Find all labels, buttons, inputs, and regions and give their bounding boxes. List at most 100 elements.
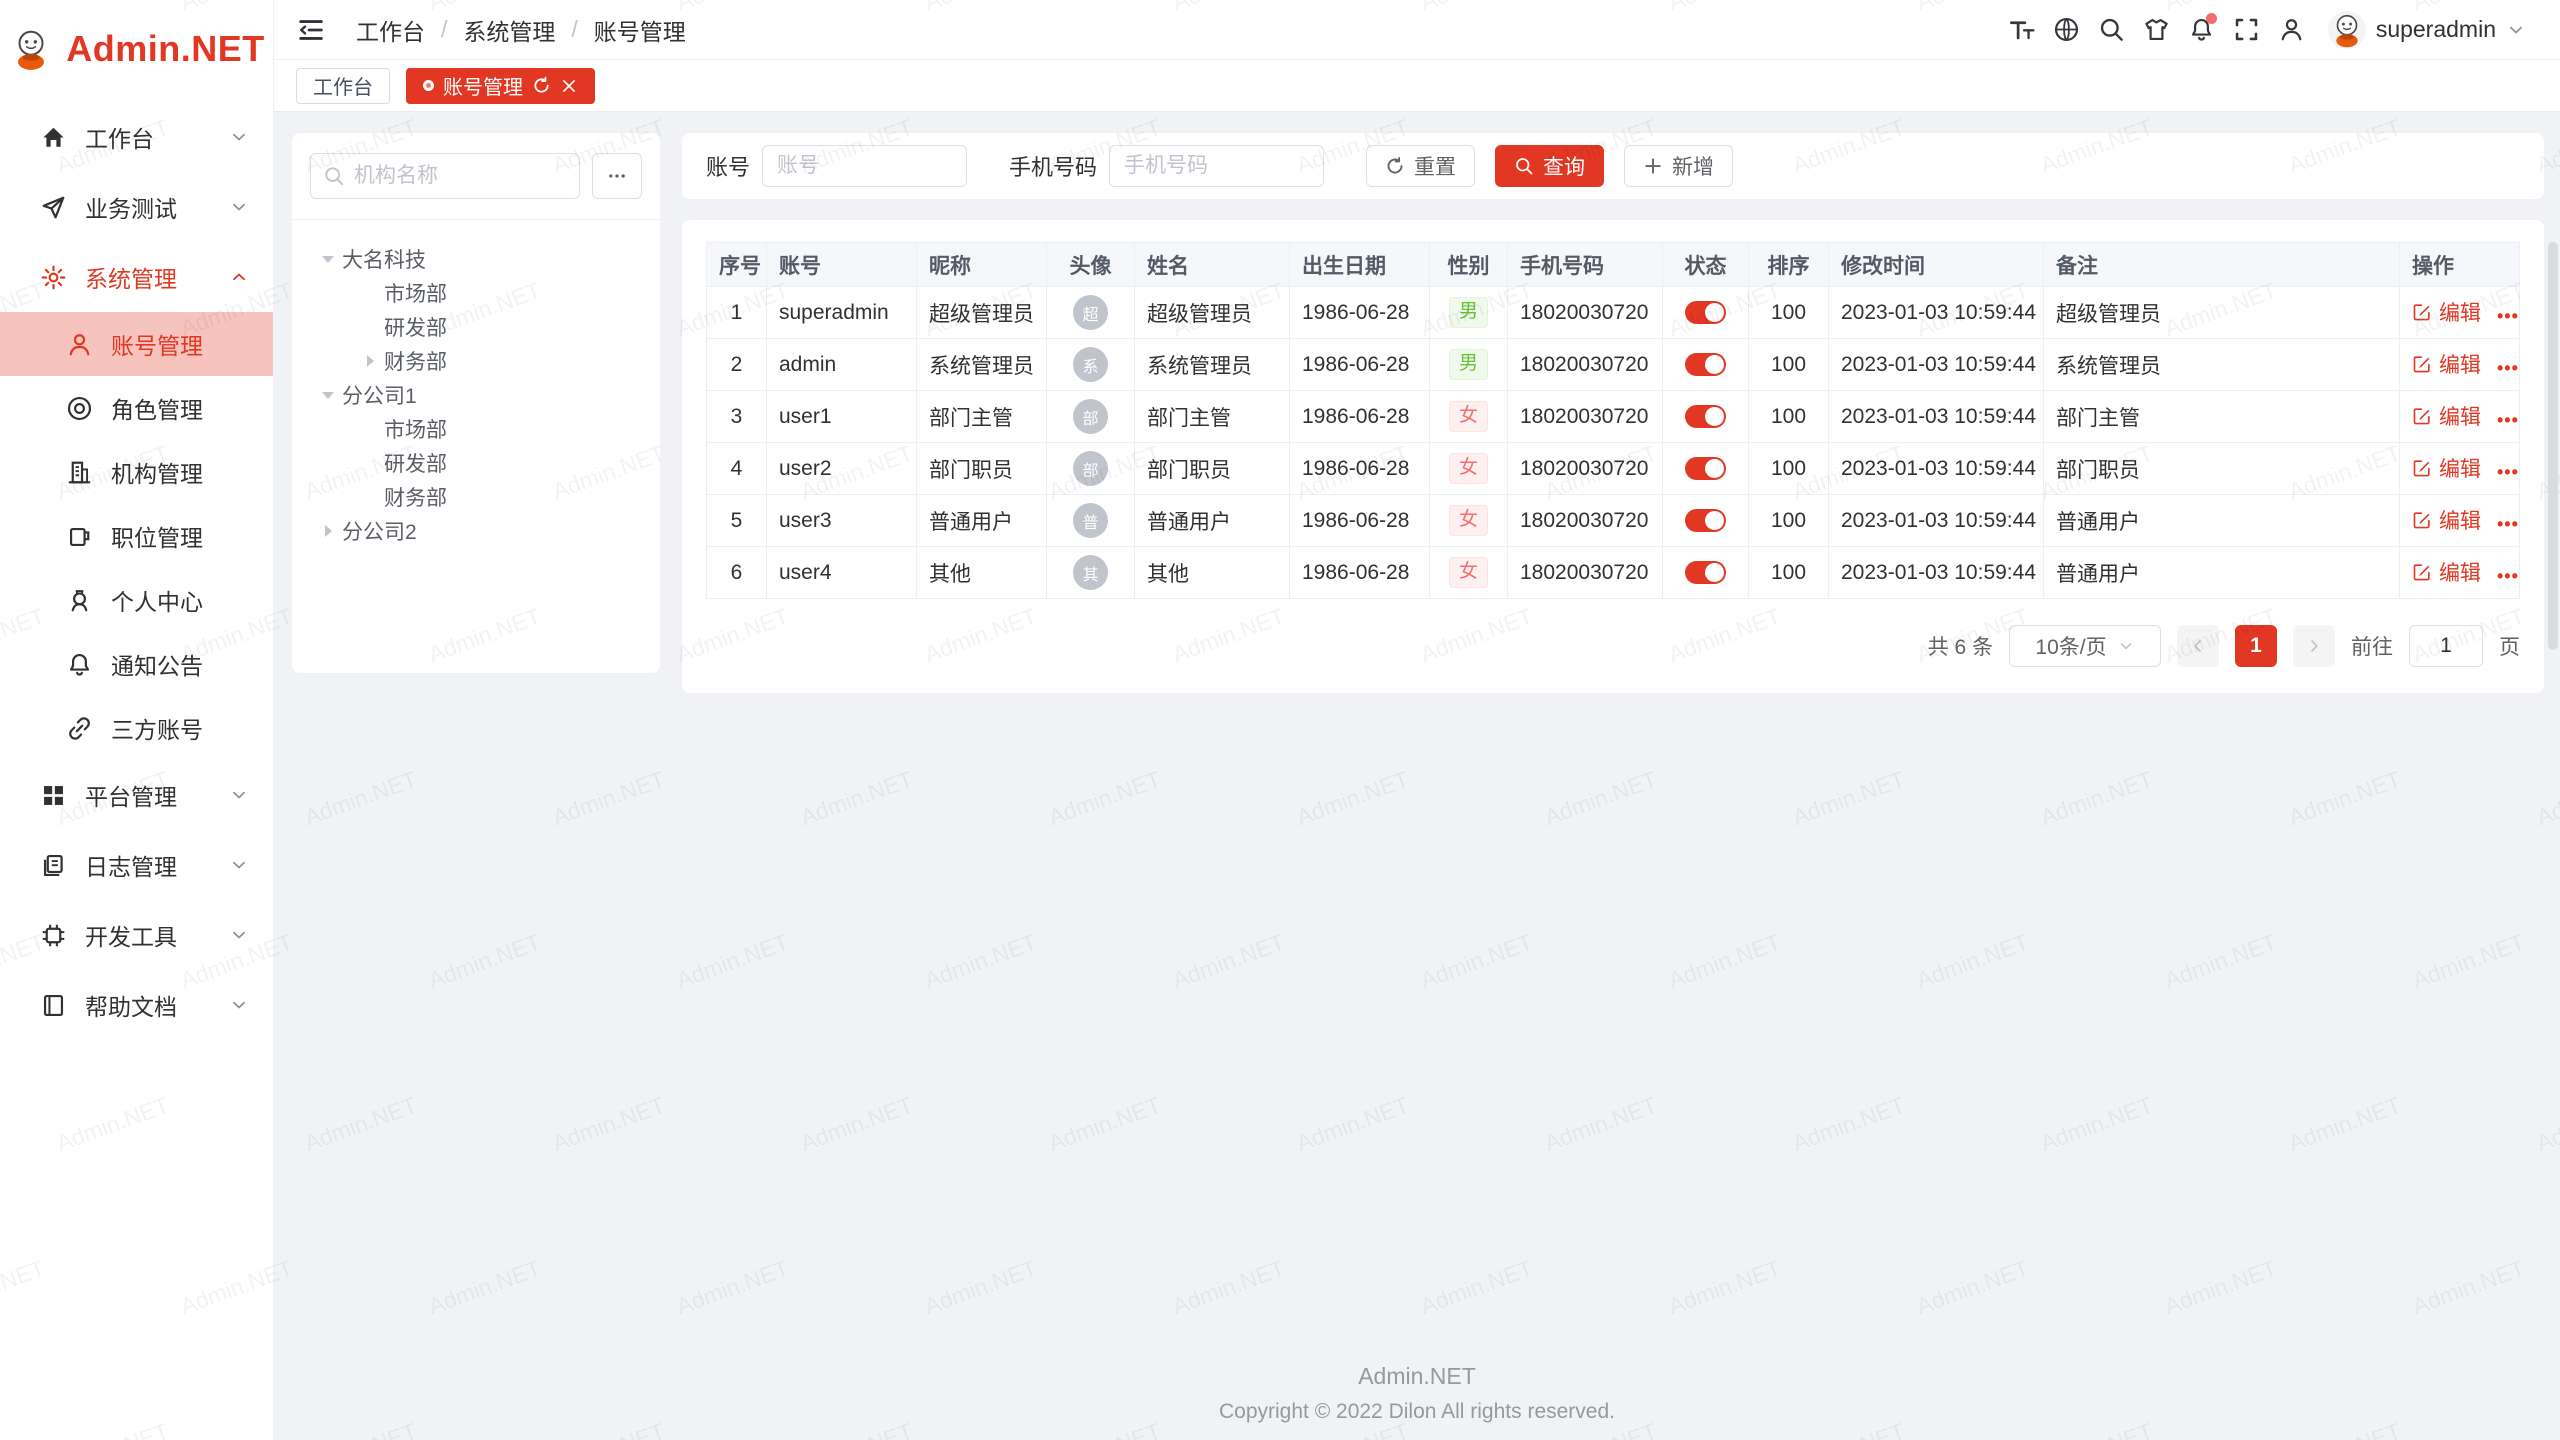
status-toggle[interactable] — [1685, 353, 1726, 376]
goto-page-input[interactable] — [2409, 625, 2483, 667]
next-page-button[interactable] — [2293, 625, 2335, 667]
fullscreen-button[interactable] — [2224, 7, 2269, 52]
tree-caret-icon[interactable] — [314, 525, 342, 537]
sidebar-subitem-label: 通知公告 — [111, 647, 203, 681]
language-button[interactable] — [2044, 7, 2089, 52]
breadcrumb-item-0[interactable]: 工作台 — [356, 13, 425, 47]
tree-node-label: 研发部 — [384, 448, 447, 478]
app-root: Admin.NET 工作台业务测试系统管理账号管理角色管理机构管理职位管理个人中… — [0, 0, 2560, 1440]
cell-sort: 100 — [1749, 547, 1829, 599]
column-header-phone: 手机号码 — [1508, 243, 1663, 287]
tree-node-8[interactable]: 分公司2 — [310, 514, 642, 548]
row-more-button[interactable]: ••• — [2497, 462, 2519, 482]
sidebar-subitem-2-6[interactable]: 三方账号 — [0, 696, 273, 760]
tree-caret-icon[interactable] — [356, 355, 384, 367]
edit-button[interactable]: 编辑 — [2412, 401, 2481, 431]
chevron-down-icon — [2506, 20, 2526, 40]
phone-filter-input[interactable] — [1109, 145, 1324, 187]
sidebar-subitem-2-5[interactable]: 通知公告 — [0, 632, 273, 696]
reset-button[interactable]: 重置 — [1366, 145, 1475, 187]
status-toggle[interactable] — [1685, 301, 1726, 324]
tree-node-label: 财务部 — [384, 346, 447, 376]
status-toggle[interactable] — [1685, 457, 1726, 480]
tree-more-button[interactable] — [592, 153, 642, 199]
table-row-4: 5user3普通用户普普通用户1986-06-28女18020030720100… — [707, 495, 2520, 547]
logo[interactable]: Admin.NET — [0, 0, 273, 98]
page-1-button[interactable]: 1 — [2235, 625, 2277, 667]
sidebar-item-label: 平台管理 — [85, 778, 177, 812]
tree-node-4[interactable]: 分公司1 — [310, 378, 642, 412]
menu-fold-button[interactable] — [296, 12, 332, 48]
tree-node-7[interactable]: 财务部 — [310, 480, 642, 514]
page-scrollbar-thumb[interactable] — [2548, 242, 2558, 650]
sidebar-item-0[interactable]: 工作台 — [0, 102, 273, 172]
sidebar: Admin.NET 工作台业务测试系统管理账号管理角色管理机构管理职位管理个人中… — [0, 0, 274, 1440]
page-size-select[interactable]: 10条/页 — [2009, 625, 2161, 667]
tree-caret-icon[interactable] — [314, 256, 342, 263]
tree-node-5[interactable]: 市场部 — [310, 412, 642, 446]
sidebar-item-2[interactable]: 系统管理 — [0, 242, 273, 312]
row-more-button[interactable]: ••• — [2497, 306, 2519, 326]
tree-node-2[interactable]: 研发部 — [310, 310, 642, 344]
status-toggle[interactable] — [1685, 509, 1726, 532]
footer-app-name: Admin.NET — [274, 1363, 2560, 1390]
edit-button[interactable]: 编辑 — [2412, 557, 2481, 587]
status-toggle[interactable] — [1685, 561, 1726, 584]
cell-remark: 部门主管 — [2044, 391, 2400, 443]
filter-bar: 账号 手机号码 重置 查询 新增 — [682, 133, 2544, 199]
profile-shortcut-button[interactable] — [2269, 7, 2314, 52]
toggle-knob — [1705, 511, 1724, 530]
breadcrumb-item-2[interactable]: 账号管理 — [594, 13, 686, 47]
font-size-button[interactable] — [1999, 7, 2044, 52]
tab-bar: 工作台账号管理 — [274, 60, 2560, 112]
tree-node-1[interactable]: 市场部 — [310, 276, 642, 310]
tree-node-6[interactable]: 研发部 — [310, 446, 642, 480]
sidebar-subitem-2-3[interactable]: 职位管理 — [0, 504, 273, 568]
sidebar-item-3[interactable]: 平台管理 — [0, 760, 273, 830]
cell-action: 编辑 ••• — [2400, 339, 2520, 391]
avatar: 其 — [1073, 555, 1108, 590]
sidebar-subitem-2-0[interactable]: 账号管理 — [0, 312, 273, 376]
breadcrumb-item-1[interactable]: 系统管理 — [463, 13, 555, 47]
edit-button[interactable]: 编辑 — [2412, 505, 2481, 535]
cell-modified: 2023-01-03 10:59:44 — [1829, 287, 2044, 339]
tree-node-3[interactable]: 财务部 — [310, 344, 642, 378]
prev-page-button[interactable] — [2177, 625, 2219, 667]
sidebar-subitem-label: 机构管理 — [111, 455, 203, 489]
sidebar-item-6[interactable]: 帮助文档 — [0, 970, 273, 1040]
edit-button[interactable]: 编辑 — [2412, 297, 2481, 327]
theme-button[interactable] — [2134, 7, 2179, 52]
toggle-knob — [1705, 407, 1724, 426]
query-button[interactable]: 查询 — [1495, 145, 1604, 187]
sidebar-item-5[interactable]: 开发工具 — [0, 900, 273, 970]
sidebar-item-4[interactable]: 日志管理 — [0, 830, 273, 900]
cell-remark: 普通用户 — [2044, 547, 2400, 599]
add-button[interactable]: 新增 — [1624, 145, 1733, 187]
org-search-input[interactable] — [354, 164, 567, 188]
edit-button[interactable]: 编辑 — [2412, 349, 2481, 379]
global-search-button[interactable] — [2089, 7, 2134, 52]
sidebar-subitem-2-4[interactable]: 个人中心 — [0, 568, 273, 632]
tree-caret-icon[interactable] — [314, 392, 342, 399]
cell-action: 编辑 ••• — [2400, 495, 2520, 547]
account-filter-input[interactable] — [762, 145, 967, 187]
row-more-button[interactable]: ••• — [2497, 410, 2519, 430]
view-tab-0[interactable]: 工作台 — [296, 68, 390, 104]
tree-node-0[interactable]: 大名科技 — [310, 242, 642, 276]
chevron-down-icon — [229, 127, 249, 147]
row-more-button[interactable]: ••• — [2497, 358, 2519, 378]
cell-avatar: 其 — [1047, 547, 1135, 599]
user-menu[interactable]: superadmin — [2328, 11, 2526, 49]
cell-index: 4 — [707, 443, 767, 495]
divider — [292, 219, 660, 220]
sidebar-item-1[interactable]: 业务测试 — [0, 172, 273, 242]
row-more-button[interactable]: ••• — [2497, 514, 2519, 534]
sidebar-subitem-2-2[interactable]: 机构管理 — [0, 440, 273, 504]
row-more-button[interactable]: ••• — [2497, 566, 2519, 586]
sidebar-item-label: 业务测试 — [85, 190, 177, 224]
view-tab-1[interactable]: 账号管理 — [406, 68, 595, 104]
edit-button[interactable]: 编辑 — [2412, 453, 2481, 483]
sidebar-subitem-2-1[interactable]: 角色管理 — [0, 376, 273, 440]
notifications-button[interactable] — [2179, 7, 2224, 52]
status-toggle[interactable] — [1685, 405, 1726, 428]
